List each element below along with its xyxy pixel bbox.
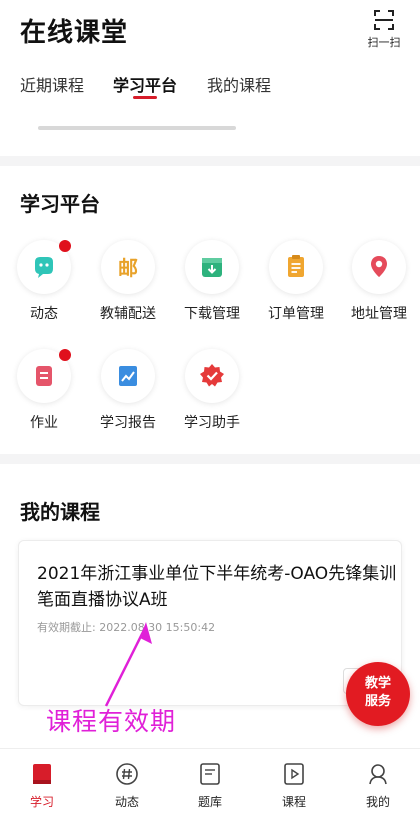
- grid-label: 教辅配送: [100, 306, 156, 322]
- dynamics-icon-circle: [17, 240, 71, 294]
- post-mail-icon: 邮: [118, 256, 138, 280]
- service-line-1: 教学: [364, 676, 391, 691]
- courses-title: 我的课程: [20, 500, 100, 524]
- grid-item-materials-delivery[interactable]: 邮 教辅配送: [86, 240, 170, 323]
- bottom-tab-bar: 学习 动态 题库 课程 我的: [0, 748, 420, 818]
- assistant-check-icon: [200, 364, 224, 387]
- tabbar-label: 题库: [197, 795, 222, 809]
- app-header: 在线课堂 扫一扫: [0, 0, 420, 58]
- question-bank-icon: [200, 763, 220, 785]
- grid-item-learning-report[interactable]: 学习报告: [86, 349, 170, 432]
- tabbar-item-dynamics[interactable]: 动态: [97, 761, 157, 810]
- notification-dot: [59, 240, 71, 252]
- scan-button[interactable]: 扫一扫: [362, 8, 406, 50]
- chat-bubble-icon: [35, 257, 53, 278]
- service-line-2: 服务: [364, 694, 391, 709]
- grid-label: 学习助手: [184, 415, 240, 431]
- assistant-icon-circle: [185, 349, 239, 403]
- app-title: 在线课堂: [20, 18, 129, 48]
- platform-title: 学习平台: [20, 192, 100, 216]
- tabbar-item-question-bank[interactable]: 题库: [180, 761, 240, 810]
- grid-item-address-manager[interactable]: 地址管理: [337, 240, 420, 323]
- notification-dot: [59, 349, 71, 361]
- report-icon-circle: [101, 349, 155, 403]
- download-icon-circle: [185, 240, 239, 294]
- profile-icon: [369, 764, 387, 785]
- teaching-service-button[interactable]: 教学 服务: [346, 662, 410, 726]
- tab-learning-platform[interactable]: 学习平台: [113, 72, 177, 96]
- location-pin-icon: [371, 256, 387, 277]
- svg-text:邮: 邮: [118, 256, 138, 280]
- scan-icon: [374, 10, 394, 30]
- order-list-icon: [288, 255, 304, 277]
- grid-label: 学习报告: [100, 415, 156, 431]
- video-play-icon: [284, 763, 304, 785]
- grid-label: 地址管理: [351, 306, 407, 322]
- order-icon-circle: [269, 240, 323, 294]
- grid-item-homework[interactable]: 作业: [2, 349, 86, 432]
- grid-item-dynamics[interactable]: 动态: [2, 240, 86, 323]
- tabbar-label: 学习: [29, 795, 54, 809]
- homework-icon-circle: [17, 349, 71, 403]
- report-chart-icon: [119, 366, 137, 386]
- tabbar-label: 课程: [281, 795, 306, 809]
- tab-recent-courses[interactable]: 近期课程: [20, 72, 84, 96]
- course-card[interactable]: 2021年浙江事业单位下半年统考-OAO先锋集训笔面直播协议A班 有效期截止: …: [18, 540, 402, 706]
- address-icon-circle: [352, 240, 406, 294]
- book-icon: [33, 764, 51, 784]
- download-box-icon: [202, 258, 222, 277]
- grid-label: 动态: [30, 306, 58, 322]
- grid-item-download-manager[interactable]: 下载管理: [170, 240, 254, 323]
- tabbar-label: 我的: [365, 795, 390, 809]
- tab-my-courses[interactable]: 我的课程: [207, 72, 271, 96]
- strip-divider: [38, 126, 236, 130]
- recent-course-strip: [0, 108, 420, 156]
- grid-label: 订单管理: [268, 306, 324, 322]
- materials-icon-circle: 邮: [101, 240, 155, 294]
- tabbar-label: 动态: [114, 795, 139, 809]
- tabbar-item-mine[interactable]: 我的: [348, 761, 408, 810]
- grid-item-order-manager[interactable]: 订单管理: [254, 240, 338, 323]
- grid-label: 作业: [30, 415, 58, 431]
- homework-icon: [36, 366, 52, 386]
- tabbar-item-courses[interactable]: 课程: [264, 761, 324, 810]
- annotation-label: 课程有效期: [46, 707, 177, 736]
- grid-item-learning-assistant[interactable]: 学习助手: [170, 349, 254, 432]
- grid-label: 下载管理: [184, 306, 240, 322]
- course-title: 2021年浙江事业单位下半年统考-OAO先锋集训笔面直播协议A班: [37, 564, 397, 610]
- annotation-arrow: [104, 622, 152, 707]
- tabbar-item-study[interactable]: 学习: [12, 761, 72, 810]
- hashtag-icon: [116, 763, 138, 785]
- learning-platform-section: 学习平台 动态 邮 教辅配送 下载管理 订单管理 地址管理 作业 学习报告 学习…: [0, 166, 420, 454]
- top-tabs: 近期课程 学习平台 我的课程: [0, 58, 420, 108]
- scan-label: 扫一扫: [367, 36, 401, 49]
- active-tab-indicator: [133, 96, 157, 99]
